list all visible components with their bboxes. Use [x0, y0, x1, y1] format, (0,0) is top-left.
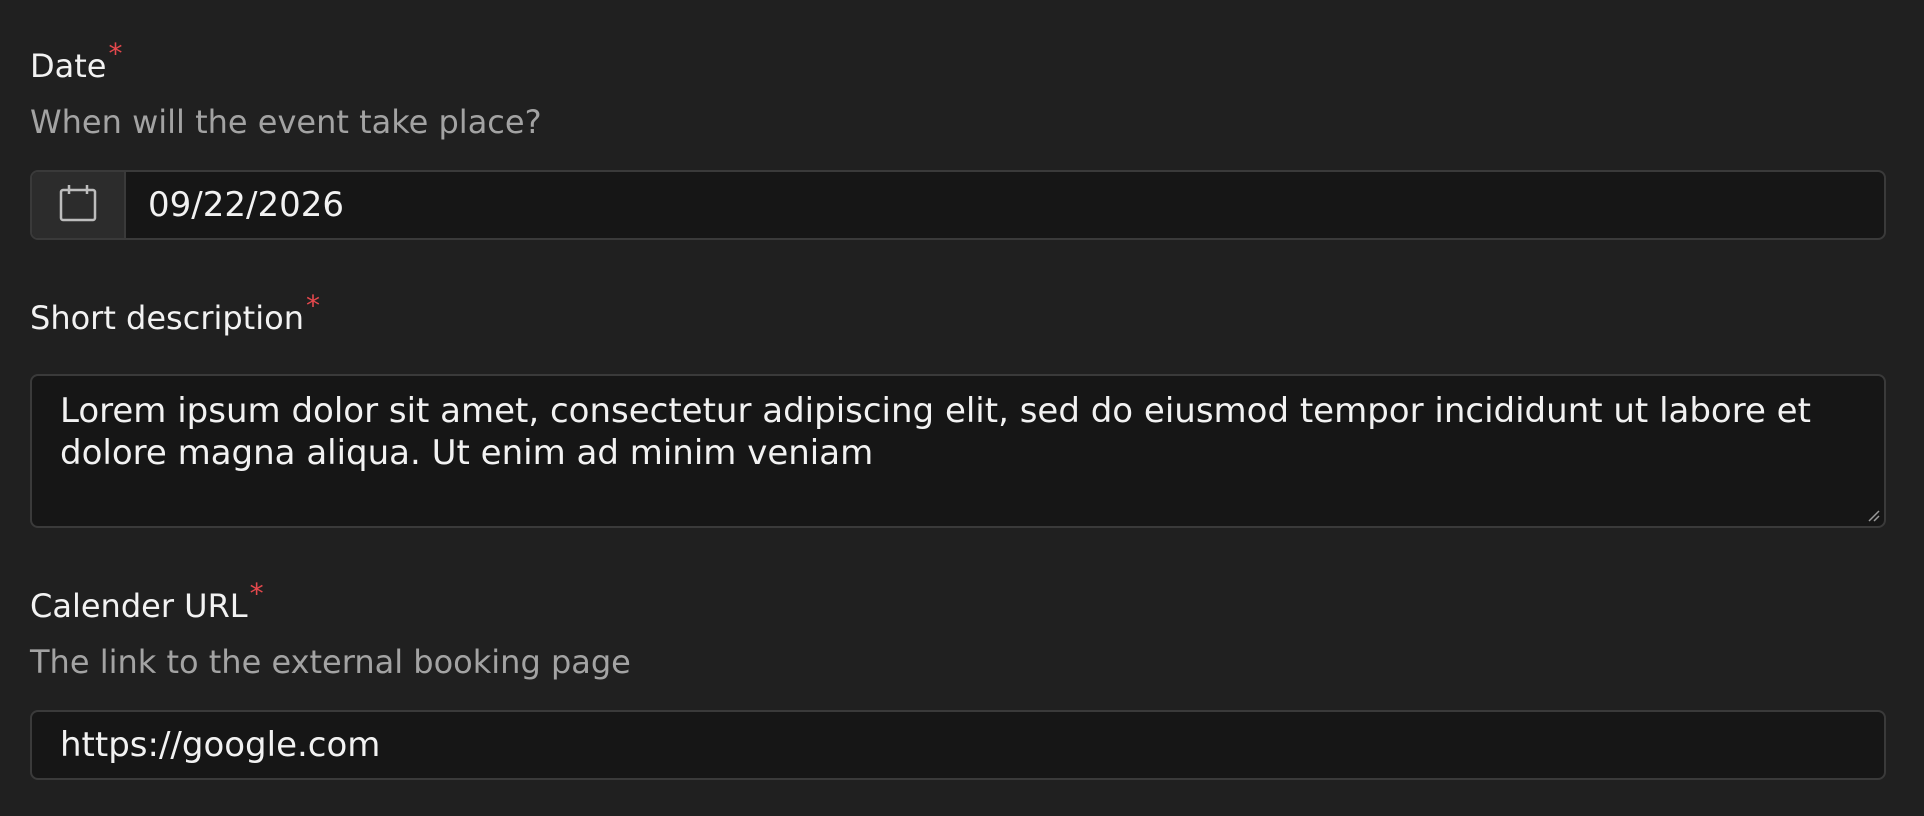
description-textarea[interactable]: Lorem ipsum dolor sit amet, consectetur …	[30, 374, 1886, 528]
required-asterisk: *	[249, 577, 264, 610]
calendar-icon	[59, 184, 97, 226]
resize-handle-icon[interactable]	[1866, 508, 1880, 522]
required-asterisk: *	[305, 289, 320, 322]
description-value[interactable]: Lorem ipsum dolor sit amet, consectetur …	[60, 391, 1811, 473]
calendar-url-field: Calender URL* The link to the external b…	[30, 577, 1886, 780]
description-field: Short description* Lorem ipsum dolor sit…	[30, 289, 1886, 528]
date-label: Date*	[30, 37, 123, 85]
date-input[interactable]: 09/22/2026	[30, 170, 1886, 240]
date-picker-button[interactable]	[32, 172, 126, 238]
date-hint: When will the event take place?	[30, 103, 542, 141]
calendar-url-value[interactable]: https://google.com	[32, 712, 1884, 778]
calendar-url-label: Calender URL*	[30, 577, 264, 625]
date-field: Date* When will the event take place? 09…	[30, 37, 1886, 240]
calendar-url-input[interactable]: https://google.com	[30, 710, 1886, 780]
calendar-url-hint: The link to the external booking page	[30, 643, 631, 681]
date-value[interactable]: 09/22/2026	[126, 172, 1884, 238]
required-asterisk: *	[108, 37, 123, 70]
description-label: Short description*	[30, 289, 320, 337]
